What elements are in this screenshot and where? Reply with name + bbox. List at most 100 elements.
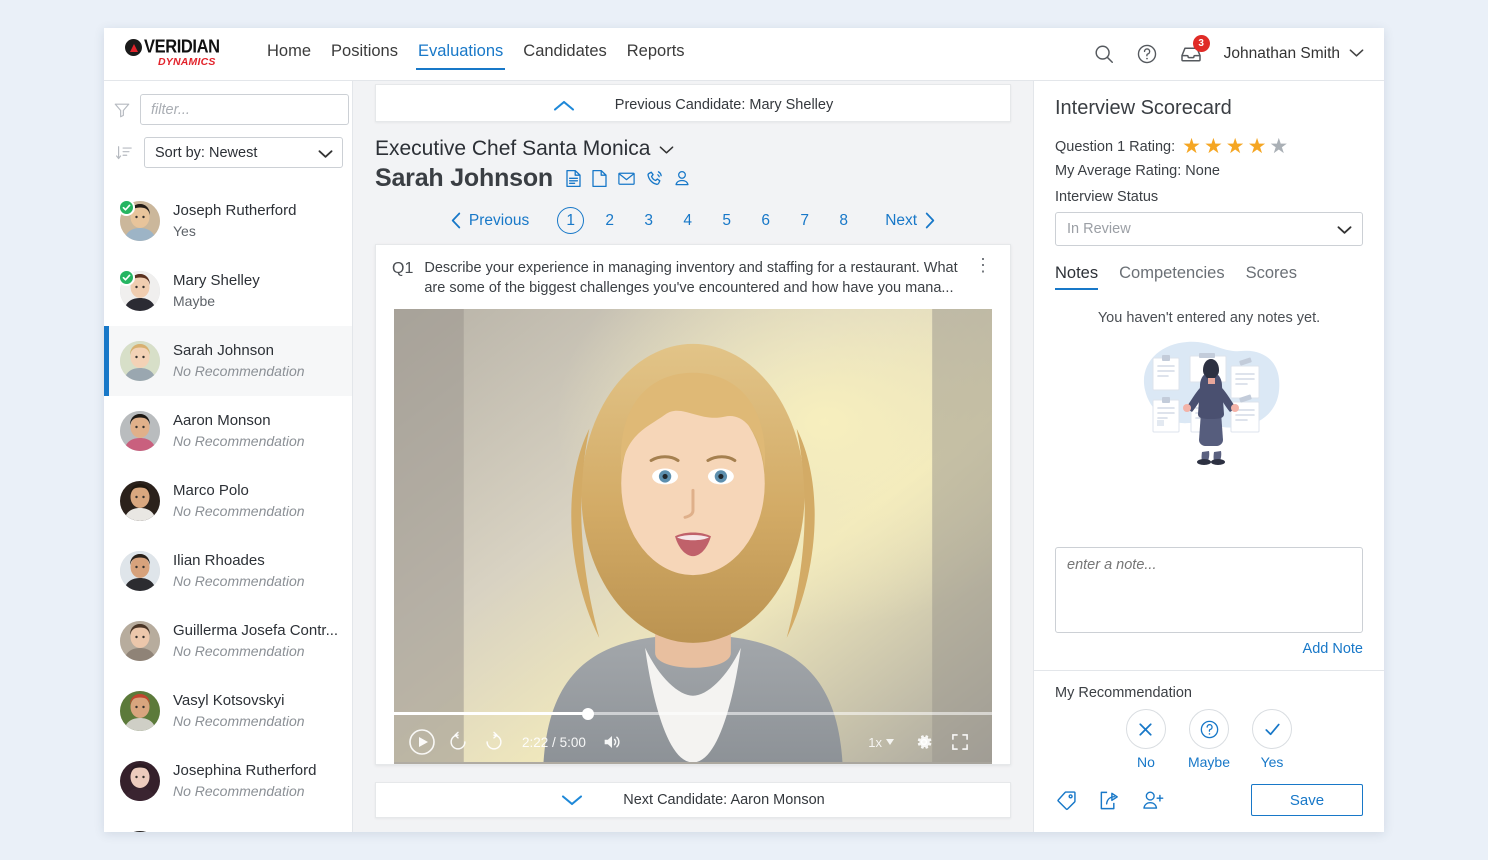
- avatar: [120, 411, 160, 451]
- pager-next[interactable]: Next: [885, 212, 936, 230]
- resume-icon[interactable]: [565, 169, 582, 188]
- candidate-list-item[interactable]: Marco Polo No Recommendation: [104, 466, 352, 536]
- profile-icon[interactable]: [673, 169, 691, 188]
- avatar: [118, 199, 160, 241]
- rewind-10-icon[interactable]: [442, 726, 474, 758]
- interview-status-select[interactable]: In Review: [1055, 212, 1363, 246]
- phone-icon[interactable]: [645, 169, 664, 188]
- candidate-list-item[interactable]: Mary Shelley Maybe: [104, 256, 352, 326]
- pager-page-7[interactable]: 7: [791, 207, 818, 234]
- share-icon[interactable]: [1098, 789, 1121, 812]
- play-icon[interactable]: [406, 726, 438, 758]
- filter-row: [113, 94, 349, 125]
- pager-page-2[interactable]: 2: [596, 207, 623, 234]
- star-3[interactable]: ★: [1226, 136, 1245, 157]
- candidate-text: Guillerma Josefa Contr... No Recommendati…: [173, 621, 338, 660]
- star-5[interactable]: ★: [1269, 136, 1288, 157]
- avatar-image: [120, 831, 160, 832]
- nav-item-positions[interactable]: Positions: [329, 38, 400, 70]
- candidate-action-icons: [565, 169, 691, 188]
- candidate-list-item[interactable]: Aaron Monson No Recommendation: [104, 396, 352, 466]
- candidate-list-item[interactable]: Sarah Johnson No Recommendation: [104, 326, 352, 396]
- avatar-image: [120, 341, 160, 381]
- position-title-dropdown[interactable]: Executive Chef Santa Monica: [375, 137, 1011, 161]
- candidate-list-item[interactable]: Josephina Rutherford No Recommendation: [104, 746, 352, 816]
- video-current-time: 2:22: [522, 734, 549, 750]
- user-name-label: Johnathan Smith: [1223, 45, 1340, 62]
- previous-candidate-bar[interactable]: Previous Candidate: Mary Shelley: [375, 84, 1011, 122]
- candidate-list[interactable]: Joseph Rutherford Yes Mary Shelley Maybe Sar…: [104, 186, 352, 832]
- app-window: VERIDIAN DYNAMICS Home Positions Evaluat…: [104, 28, 1384, 832]
- pager-previous-label: Previous: [468, 211, 530, 229]
- pager-previous[interactable]: Previous: [450, 212, 529, 230]
- notes-panel: You haven't entered any notes yet. enter…: [1034, 290, 1384, 670]
- save-button[interactable]: Save: [1251, 784, 1363, 816]
- tab-competencies[interactable]: Competencies: [1119, 264, 1224, 290]
- candidate-name: Ilian Rhoades: [173, 552, 265, 570]
- nav-item-candidates[interactable]: Candidates: [521, 38, 608, 70]
- candidates-sidebar: Sort by: Newest Joseph Rutherford Yes Mary…: [104, 81, 353, 832]
- candidate-name: Mary Shelley: [173, 272, 260, 290]
- candidate-text: Sarah Johnson No Recommendation: [173, 341, 305, 380]
- pager-page-5[interactable]: 5: [713, 207, 740, 234]
- check-icon: [1252, 709, 1293, 749]
- document-icon[interactable]: [591, 169, 608, 188]
- chevron-down-icon: [1349, 45, 1364, 63]
- playback-speed-selector[interactable]: 1x: [868, 735, 894, 750]
- tab-scores[interactable]: Scores: [1246, 264, 1297, 290]
- sort-select[interactable]: Sort by: Newest: [144, 137, 343, 168]
- veridian-dynamics-logo[interactable]: VERIDIAN DYNAMICS: [125, 37, 225, 71]
- nav-item-evaluations[interactable]: Evaluations: [415, 38, 506, 70]
- add-user-icon[interactable]: [1141, 789, 1165, 812]
- video-progress-bar[interactable]: [394, 707, 992, 720]
- volume-icon[interactable]: [596, 726, 628, 758]
- fullscreen-icon[interactable]: [944, 726, 976, 758]
- inbox-badge-count: 3: [1192, 35, 1210, 52]
- pager-page-4[interactable]: 4: [674, 207, 701, 234]
- video-player[interactable]: 2:22 / 5:00 1x: [394, 309, 992, 764]
- forward-10-icon[interactable]: [478, 726, 510, 758]
- candidate-text: Ilian Rhoades No Recommendation: [173, 551, 305, 590]
- pager-page-6[interactable]: 6: [752, 207, 779, 234]
- candidate-name: Guillerma Josefa Contr...: [173, 622, 339, 640]
- candidate-recommendation: No Recommendation: [173, 642, 305, 659]
- add-note-link[interactable]: Add Note: [1055, 633, 1363, 670]
- tab-notes[interactable]: Notes: [1055, 264, 1099, 290]
- nav-item-reports[interactable]: Reports: [625, 38, 687, 70]
- candidate-list-item[interactable]: [104, 816, 352, 832]
- search-icon[interactable]: [1093, 43, 1115, 65]
- star-4[interactable]: ★: [1248, 136, 1267, 157]
- question-header: Q1 Describe your experience in managing …: [376, 245, 1010, 309]
- question-options-kebab-icon[interactable]: ⋮: [970, 256, 996, 275]
- avatar-image: [120, 551, 160, 591]
- star-rating[interactable]: ★ ★ ★ ★ ★: [1182, 136, 1288, 157]
- help-question-icon[interactable]: [1136, 43, 1158, 65]
- candidate-list-item[interactable]: Ilian Rhoades No Recommendation: [104, 536, 352, 606]
- note-input[interactable]: [1055, 547, 1363, 633]
- pager-page-8[interactable]: 8: [830, 207, 857, 234]
- empty-notes-illustration: [1135, 328, 1283, 473]
- tag-icon[interactable]: [1055, 789, 1078, 812]
- nav-item-home[interactable]: Home: [265, 38, 313, 70]
- candidate-list-item[interactable]: Vasyl Kotsovskyi No Recommendation: [104, 676, 352, 746]
- video-progress-knob[interactable]: [581, 707, 594, 720]
- question-pager: Previous 12345678 Next: [353, 207, 1033, 234]
- star-1[interactable]: ★: [1182, 136, 1201, 157]
- candidate-recommendation: No Recommendation: [173, 502, 305, 519]
- next-candidate-bar[interactable]: Next Candidate: Aaron Monson: [375, 782, 1011, 818]
- inbox-icon[interactable]: 3: [1179, 35, 1210, 66]
- recommendation-yes[interactable]: Yes: [1252, 709, 1293, 770]
- recommendation-no[interactable]: No: [1125, 709, 1166, 770]
- candidate-list-item[interactable]: Guillerma Josefa Contr... No Recommendati…: [104, 606, 352, 676]
- pager-page-1[interactable]: 1: [557, 207, 585, 234]
- star-2[interactable]: ★: [1204, 136, 1223, 157]
- interview-status-label: Interview Status: [1055, 189, 1159, 205]
- user-menu[interactable]: Johnathan Smith: [1224, 45, 1364, 63]
- pager-page-3[interactable]: 3: [635, 207, 662, 234]
- gear-icon[interactable]: [908, 726, 940, 758]
- filter-input[interactable]: [140, 94, 349, 125]
- email-icon[interactable]: [617, 169, 636, 188]
- recommendation-maybe[interactable]: Maybe: [1188, 709, 1230, 770]
- candidate-list-item[interactable]: Joseph Rutherford Yes: [104, 186, 352, 256]
- avatar: [120, 761, 160, 801]
